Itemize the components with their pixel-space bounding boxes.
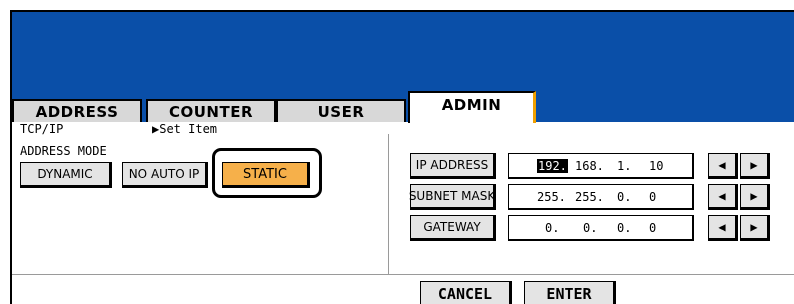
ip-left-button[interactable]: ◀	[708, 153, 738, 179]
gw-octet-4: 0	[649, 221, 657, 235]
ip-address-field[interactable]: 192. 168. 1. 10	[508, 153, 694, 179]
header-banner	[12, 12, 794, 88]
mask-octet-2: 255.	[575, 190, 604, 204]
tab-bar: ADDRESS COUNTER USER ADMIN	[12, 88, 794, 123]
ip-octet-3: 1.	[617, 159, 632, 173]
address-mode-label: ADDRESS MODE	[20, 144, 107, 158]
cancel-button[interactable]: CANCEL	[420, 281, 512, 304]
breadcrumb-item: Set Item	[159, 122, 218, 136]
dynamic-button[interactable]: DYNAMIC	[20, 162, 112, 188]
mask-right-button[interactable]: ▶	[740, 184, 770, 210]
ip-octet-1: 192.	[537, 159, 568, 173]
ip-octet-4: 10	[649, 159, 664, 173]
gateway-field[interactable]: 0. 0. 0. 0	[508, 215, 694, 241]
gw-octet-2: 0.	[583, 221, 598, 235]
triangle-right-icon: ▶	[750, 158, 758, 172]
triangle-right-icon: ▶	[750, 220, 758, 234]
tab-user[interactable]: USER	[276, 99, 406, 122]
enter-button[interactable]: ENTER	[524, 281, 616, 304]
tcpip-settings-panel: TCP/IP ▶Set Item ADDRESS MODE DYNAMIC NO…	[12, 122, 794, 304]
mask-left-button[interactable]: ◀	[708, 184, 738, 210]
gw-right-button[interactable]: ▶	[740, 215, 770, 241]
ip-address-button[interactable]: IP ADDRESS	[410, 153, 496, 179]
control-panel-screen: ADDRESS COUNTER USER ADMIN TCP/IP ▶Set I…	[10, 10, 794, 304]
ip-right-button[interactable]: ▶	[740, 153, 770, 179]
triangle-right-icon: ▶	[750, 189, 758, 203]
tab-address[interactable]: ADDRESS	[12, 99, 142, 122]
mask-octet-3: 0.	[617, 190, 632, 204]
no-auto-ip-button[interactable]: NO AUTO IP	[122, 162, 208, 188]
mask-octet-1: 255.	[537, 190, 566, 204]
subnet-mask-field[interactable]: 255. 255. 0. 0	[508, 184, 694, 210]
vertical-divider	[388, 134, 389, 274]
subnet-mask-button[interactable]: SUBNET MASK	[409, 184, 496, 210]
static-button[interactable]: STATIC	[222, 162, 310, 188]
triangle-left-icon: ◀	[718, 189, 726, 203]
gw-octet-1: 0.	[545, 221, 560, 235]
ip-octet-2: 168.	[575, 159, 604, 173]
tab-counter[interactable]: COUNTER	[146, 99, 276, 122]
horizontal-divider	[12, 274, 794, 275]
triangle-left-icon: ◀	[718, 220, 726, 234]
mask-octet-4: 0	[649, 190, 657, 204]
triangle-left-icon: ◀	[718, 158, 726, 172]
gateway-button[interactable]: GATEWAY	[410, 215, 496, 241]
gw-octet-3: 0.	[617, 221, 632, 235]
section-title: TCP/IP	[20, 122, 64, 136]
gw-left-button[interactable]: ◀	[708, 215, 738, 241]
tab-admin[interactable]: ADMIN	[408, 91, 536, 123]
breadcrumb: ▶Set Item	[152, 122, 217, 136]
